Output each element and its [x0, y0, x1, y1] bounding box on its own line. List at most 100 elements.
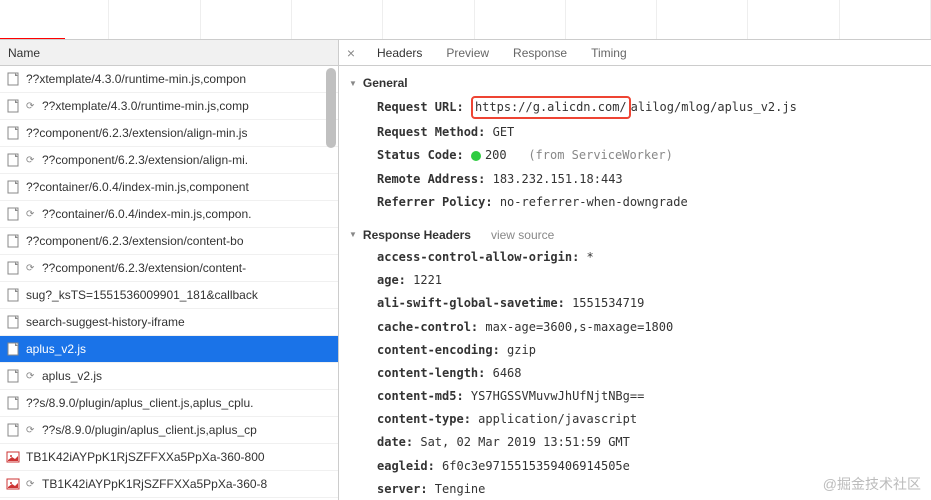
file-row[interactable]: sug?_ksTS=1551536009901_181&callback — [0, 282, 338, 309]
response-header-row: date: Sat, 02 Mar 2019 13:51:59 GMT — [349, 431, 921, 454]
triangle-down-icon: ▼ — [349, 79, 357, 88]
header-value: max-age=3600,s-maxage=1800 — [478, 320, 673, 334]
reload-icon: ⟳ — [26, 479, 38, 490]
header-value: YS7HGSSVMuvwJhUfNjtNBg== — [464, 389, 645, 403]
scrollbar-thumb[interactable] — [326, 68, 336, 148]
file-label: ??component/6.2.3/extension/align-mi. — [42, 153, 248, 167]
general-section: ▼ General Request URL: https://g.alicdn.… — [349, 72, 921, 214]
close-icon[interactable]: × — [343, 45, 359, 61]
file-label: sug?_ksTS=1551536009901_181&callback — [26, 288, 258, 302]
header-key: content-length: — [377, 366, 485, 380]
general-title: General — [363, 76, 408, 90]
tab-timing[interactable]: Timing — [579, 40, 639, 66]
file-row[interactable]: ??container/6.0.4/index-min.js,component — [0, 174, 338, 201]
request-url-row: Request URL: https://g.alicdn.com/alilog… — [349, 94, 921, 121]
header-value: 6468 — [485, 366, 521, 380]
tab-preview[interactable]: Preview — [434, 40, 501, 66]
file-row[interactable]: aplus_v2.js — [0, 336, 338, 363]
file-label: ??xtemplate/4.3.0/runtime-min.js,comp — [42, 99, 249, 113]
header-value: application/javascript — [471, 412, 637, 426]
document-file-icon — [6, 180, 20, 194]
document-file-icon — [6, 153, 20, 167]
file-row[interactable]: ??s/8.9.0/plugin/aplus_client.js,aplus_c… — [0, 390, 338, 417]
response-header-row: age: 1221 — [349, 269, 921, 292]
file-label: ??component/6.2.3/extension/content-bo — [26, 234, 244, 248]
response-header-row: content-encoding: gzip — [349, 339, 921, 362]
file-list: ??xtemplate/4.3.0/runtime-min.js,compon ⟳… — [0, 66, 338, 500]
reload-icon: ⟳ — [26, 101, 38, 112]
header-value: Sat, 02 Mar 2019 13:51:59 GMT — [413, 435, 630, 449]
tab-headers[interactable]: Headers — [365, 40, 434, 66]
column-header-name[interactable]: Name — [0, 40, 338, 66]
file-row[interactable]: ⟳ aplus_v2.js — [0, 363, 338, 390]
file-label: ??component/6.2.3/extension/content- — [42, 261, 246, 275]
status-dot-icon — [471, 151, 481, 161]
file-label: ??container/6.0.4/index-min.js,component — [26, 180, 249, 194]
header-key: cache-control: — [377, 320, 478, 334]
file-label: aplus_v2.js — [42, 369, 102, 383]
status-code-row: Status Code: 200 (from ServiceWorker) — [349, 144, 921, 167]
file-row[interactable]: ⟳??container/6.0.4/index-min.js,compon. — [0, 201, 338, 228]
file-row[interactable]: ⟳ ??xtemplate/4.3.0/runtime-min.js,comp — [0, 93, 338, 120]
general-header[interactable]: ▼ General — [349, 72, 921, 94]
document-file-icon — [6, 234, 20, 248]
reload-icon: ⟳ — [26, 155, 38, 166]
response-header-row: server: Tengine — [349, 478, 921, 500]
view-source-link[interactable]: view source — [491, 228, 554, 242]
file-label: TB1K42iAYPpK1RjSZFFXXa5PpXa-360-800 — [26, 450, 265, 464]
file-row[interactable]: TB1K42iAYPpK1RjSZFFXXa5PpXa-360-800 — [0, 444, 338, 471]
file-label: ??component/6.2.3/extension/align-min.js — [26, 126, 247, 140]
remote-address-row: Remote Address: 183.232.151.18:443 — [349, 168, 921, 191]
header-key: eagleid: — [377, 459, 435, 473]
response-header-row: content-length: 6468 — [349, 362, 921, 385]
file-row[interactable]: ??component/6.2.3/extension/content-bo — [0, 228, 338, 255]
file-row[interactable]: ⟳??component/6.2.3/extension/content- — [0, 255, 338, 282]
request-method-row: Request Method: GET — [349, 121, 921, 144]
document-file-icon — [6, 369, 20, 383]
image-file-icon — [6, 450, 20, 464]
response-headers-section: ▼ Response Headers view source access-co… — [349, 224, 921, 500]
document-file-icon — [6, 126, 20, 140]
file-label: aplus_v2.js — [26, 342, 86, 356]
document-file-icon — [6, 288, 20, 302]
request-details-panel: × HeadersPreviewResponseTiming ▼ General… — [339, 40, 931, 500]
file-row[interactable]: ⟳TB1K42iAYPpK1RjSZFFXXa5PpXa-360-8 — [0, 471, 338, 498]
details-tab-bar: × HeadersPreviewResponseTiming — [339, 40, 931, 66]
tab-response[interactable]: Response — [501, 40, 579, 66]
response-header-row: content-type: application/javascript — [349, 408, 921, 431]
document-file-icon — [6, 207, 20, 221]
header-key: date: — [377, 435, 413, 449]
header-value: 1551534719 — [565, 296, 644, 310]
request-url-host-highlight: https://g.alicdn.com/ — [471, 96, 631, 119]
file-row[interactable]: search-suggest-history-iframe — [0, 309, 338, 336]
network-file-list-panel: Name ??xtemplate/4.3.0/runtime-min.js,co… — [0, 40, 339, 500]
document-file-icon — [6, 342, 20, 356]
document-file-icon — [6, 72, 20, 86]
header-value: * — [579, 250, 593, 264]
header-value: 1221 — [406, 273, 442, 287]
document-file-icon — [6, 423, 20, 437]
referrer-policy-row: Referrer Policy: no-referrer-when-downgr… — [349, 191, 921, 214]
file-label: ??s/8.9.0/plugin/aplus_client.js,aplus_c… — [26, 396, 253, 410]
header-key: server: — [377, 482, 428, 496]
file-row[interactable]: ⟳ ??s/8.9.0/plugin/aplus_client.js,aplus_… — [0, 417, 338, 444]
file-label: ??xtemplate/4.3.0/runtime-min.js,compon — [26, 72, 246, 86]
response-header-row: cache-control: max-age=3600,s-maxage=180… — [349, 316, 921, 339]
header-key: access-control-allow-origin: — [377, 250, 579, 264]
header-key: age: — [377, 273, 406, 287]
response-header-row: content-md5: YS7HGSSVMuvwJhUfNjtNBg== — [349, 385, 921, 408]
response-headers-header[interactable]: ▼ Response Headers view source — [349, 224, 921, 246]
header-value: gzip — [500, 343, 536, 357]
file-label: ??container/6.0.4/index-min.js,compon. — [42, 207, 251, 221]
triangle-down-icon: ▼ — [349, 230, 357, 239]
file-row[interactable]: ??xtemplate/4.3.0/runtime-min.js,compon — [0, 66, 338, 93]
header-value: Tengine — [428, 482, 486, 496]
document-file-icon — [6, 261, 20, 275]
document-file-icon — [6, 315, 20, 329]
file-row[interactable]: ??component/6.2.3/extension/align-min.js — [0, 120, 338, 147]
file-label: ??s/8.9.0/plugin/aplus_client.js,aplus_c… — [42, 423, 257, 437]
reload-icon: ⟳ — [26, 371, 38, 382]
document-file-icon — [6, 396, 20, 410]
reload-icon: ⟳ — [26, 425, 38, 436]
file-row[interactable]: ⟳ ??component/6.2.3/extension/align-mi. — [0, 147, 338, 174]
